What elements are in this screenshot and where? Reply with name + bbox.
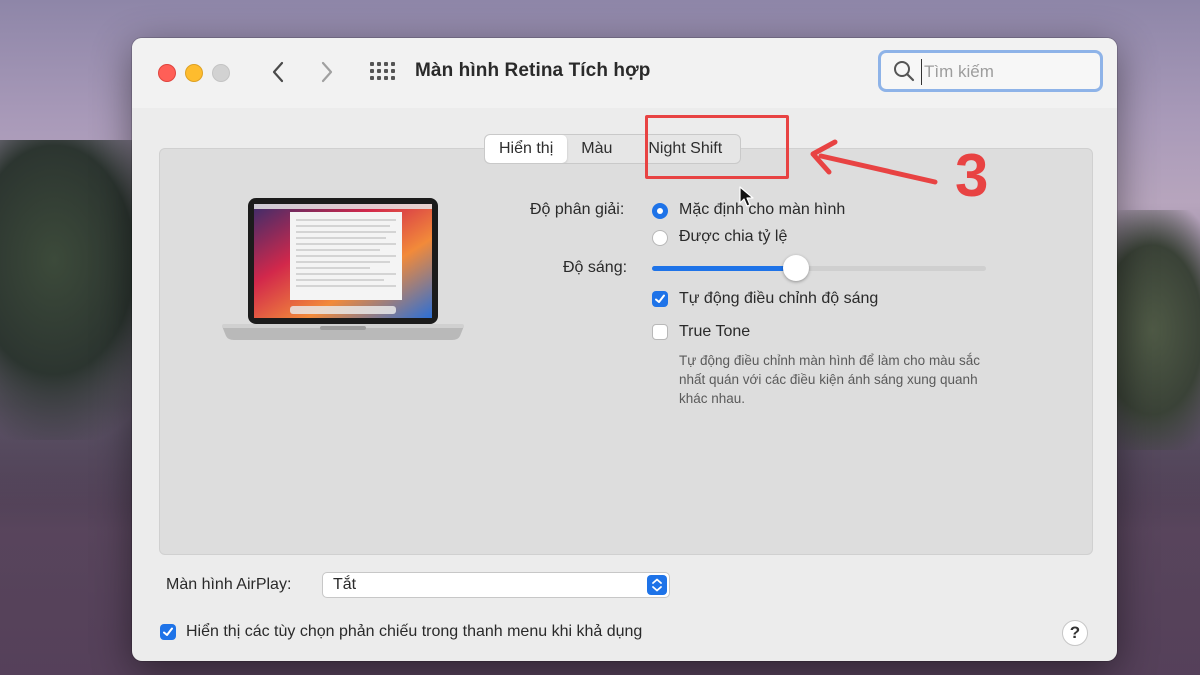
popup-stepper-icon	[647, 575, 667, 595]
true-tone-checkbox[interactable]	[652, 324, 668, 340]
minimize-window-button[interactable]	[185, 64, 203, 82]
tab-color[interactable]: Màu	[567, 135, 626, 163]
annotation-highlight-box	[645, 115, 789, 179]
airplay-label: Màn hình AirPlay:	[166, 576, 292, 593]
auto-brightness-checkbox[interactable]	[652, 291, 668, 307]
forward-button[interactable]	[312, 58, 342, 86]
chevron-left-icon	[272, 61, 284, 83]
resolution-scaled-label[interactable]: Được chia tỷ lệ	[679, 228, 787, 246]
airplay-selected-value: Tắt	[333, 576, 357, 593]
true-tone-description: Tự động điều chỉnh màn hình để làm cho m…	[679, 353, 980, 406]
mirroring-checkbox[interactable]	[160, 624, 176, 640]
back-button[interactable]	[263, 58, 293, 86]
macbook-illustration	[222, 198, 464, 340]
resolution-label: Độ phân giải:	[530, 201, 625, 218]
checkmark-icon	[163, 627, 173, 636]
tab-display[interactable]: Hiển thị	[485, 135, 568, 163]
close-window-button[interactable]	[158, 64, 176, 82]
show-all-grid-icon[interactable]	[370, 62, 396, 82]
brightness-slider[interactable]	[652, 255, 986, 281]
brightness-slider-fill	[652, 266, 796, 271]
search-field[interactable]	[878, 50, 1103, 92]
help-button[interactable]: ?	[1062, 620, 1088, 646]
mirroring-label[interactable]: Hiển thị các tùy chọn phản chiếu trong t…	[186, 623, 642, 641]
search-input[interactable]	[921, 59, 1096, 85]
auto-brightness-label[interactable]: Tự động điều chỉnh độ sáng	[679, 290, 878, 308]
chevron-right-icon	[321, 61, 333, 83]
window-title: Màn hình Retina Tích hợp	[415, 60, 651, 81]
brightness-label: Độ sáng:	[563, 259, 628, 276]
annotation-step-number: 3	[955, 142, 989, 209]
resolution-default-label[interactable]: Mặc định cho màn hình	[679, 201, 845, 219]
brightness-slider-knob[interactable]	[782, 255, 809, 281]
zoom-window-button[interactable]	[212, 64, 230, 82]
airplay-popup-button[interactable]: Tắt	[322, 572, 670, 598]
checkmark-icon	[655, 294, 665, 303]
window-toolbar: Màn hình Retina Tích hợp	[132, 38, 1117, 108]
magnifier-icon	[894, 61, 915, 82]
annotation-arrow-icon	[810, 139, 938, 185]
resolution-default-radio[interactable]	[652, 203, 668, 219]
resolution-scaled-radio[interactable]	[652, 230, 668, 246]
true-tone-label[interactable]: True Tone	[679, 323, 750, 341]
preferences-window: Màn hình Retina Tích hợp	[132, 38, 1117, 661]
